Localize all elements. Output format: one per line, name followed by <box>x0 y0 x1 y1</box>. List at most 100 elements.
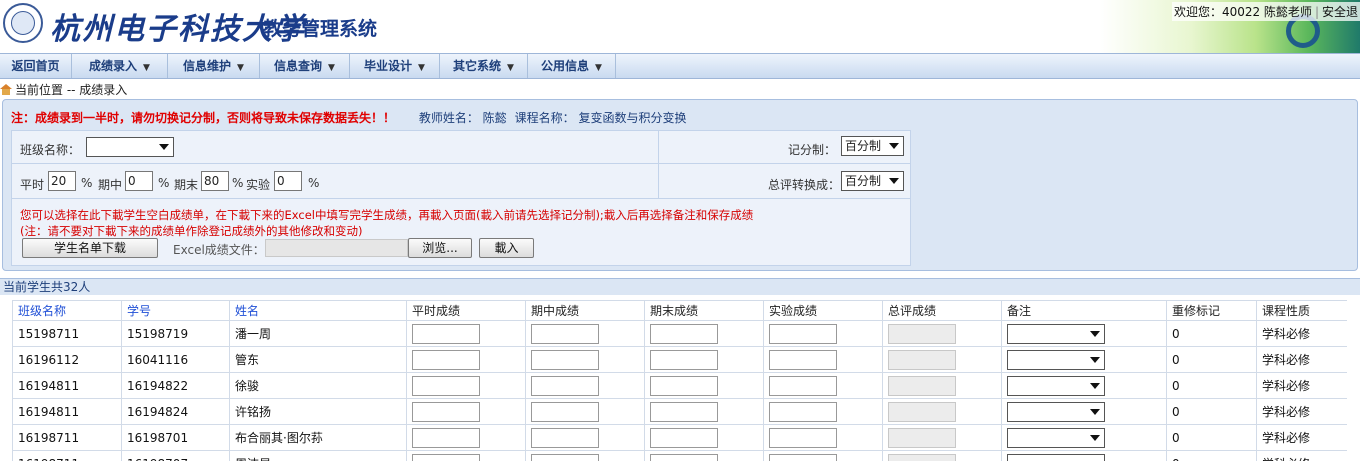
regular-pct-label: 平时 <box>20 178 45 192</box>
cell-nature: 学科必修 <box>1256 398 1347 425</box>
cell-nature: 学科必修 <box>1256 450 1347 461</box>
col-header-regular: 平时成绩 <box>406 300 526 321</box>
lab-score-input[interactable] <box>769 323 837 344</box>
table-row: 16194811 16194822 徐骏 0 学科必修 <box>12 372 1347 399</box>
mid-score-input[interactable] <box>531 453 599 461</box>
mid-score-input[interactable] <box>531 349 599 370</box>
regular-score-input[interactable] <box>412 427 480 448</box>
load-button[interactable]: 載入 <box>479 238 534 258</box>
remark-select[interactable] <box>1007 401 1105 422</box>
cell-class: 16196112 <box>12 346 122 373</box>
form-row-class: 班级名称： 记分制： 百分制 <box>12 131 910 164</box>
remark-select[interactable] <box>1007 427 1105 448</box>
nav-info-maintenance[interactable]: 信息维护 ▼ <box>168 54 260 78</box>
scoring-label: 记分制： <box>788 143 837 157</box>
dropdown-arrow-icon <box>889 143 899 149</box>
welcome-bar: 欢迎您：40022 陈懿老师 | 安全退 <box>1171 2 1360 21</box>
cell-retake: 0 <box>1166 450 1257 461</box>
mid-score-input[interactable] <box>531 427 599 448</box>
cell-retake: 0 <box>1166 372 1257 399</box>
final-score-input[interactable] <box>650 401 718 422</box>
final-pct-input[interactable]: 80 <box>201 171 229 191</box>
regular-score-input[interactable] <box>412 375 480 396</box>
student-count: 当前学生共32人 <box>0 278 1360 295</box>
table-row: 15198711 15198719 潘一周 0 学科必修 <box>12 320 1347 347</box>
cell-id: 16041116 <box>121 346 230 373</box>
final-score-input[interactable] <box>650 427 718 448</box>
mid-score-input[interactable] <box>531 323 599 344</box>
remark-select[interactable] <box>1007 323 1105 344</box>
cell-nature: 学科必修 <box>1256 346 1347 373</box>
dropdown-arrow-icon <box>1090 434 1100 441</box>
welcome-text: 欢迎您：40022 陈懿老师 <box>1173 5 1312 19</box>
final-score-input[interactable] <box>650 349 718 370</box>
cell-name: 许铭扬 <box>229 398 407 425</box>
lab-score-input[interactable] <box>769 453 837 461</box>
chevron-down-icon: ▼ <box>143 63 150 73</box>
lab-score-input[interactable] <box>769 401 837 422</box>
cell-class: 15198711 <box>12 320 122 347</box>
chevron-down-icon: ▼ <box>595 63 602 73</box>
col-header-class[interactable]: 班级名称 <box>12 300 122 321</box>
nav-other-systems[interactable]: 其它系统 ▼ <box>440 54 528 78</box>
breadcrumb: 当前位置 -- 成绩录入 <box>0 82 127 98</box>
mid-score-input[interactable] <box>531 375 599 396</box>
col-header-nature: 课程性质 <box>1256 300 1347 321</box>
regular-score-input[interactable] <box>412 323 480 344</box>
total-score-field <box>888 375 956 396</box>
mid-score-input[interactable] <box>531 401 599 422</box>
cell-name: 徐骏 <box>229 372 407 399</box>
cell-retake: 0 <box>1166 398 1257 425</box>
excel-file-input[interactable] <box>265 239 408 257</box>
remark-select[interactable] <box>1007 375 1105 396</box>
lab-score-input[interactable] <box>769 349 837 370</box>
browse-button[interactable]: 浏览... <box>408 238 472 258</box>
teacher-name: 教师姓名： 陈懿 <box>418 111 507 125</box>
cell-id: 16194822 <box>121 372 230 399</box>
final-pct-label: 期末 <box>174 178 199 192</box>
remark-select[interactable] <box>1007 349 1105 370</box>
total-score-field <box>888 323 956 344</box>
cell-name: 潘一周 <box>229 320 407 347</box>
col-header-id[interactable]: 学号 <box>121 300 230 321</box>
regular-pct-input[interactable]: 20 <box>48 171 76 191</box>
final-score-input[interactable] <box>650 453 718 461</box>
notice-line: 注：成绩录到一半时，请勿切换记分制，否则将导致未保存数据丢失！！ 教师姓名： 陈… <box>11 109 695 126</box>
lab-pct-input[interactable]: 0 <box>274 171 302 191</box>
table-row: 16198711 16198707 周洁晨 0 学科必修 <box>12 450 1347 461</box>
import-hint: 您可以选择在此下載学生空白成绩单，在下載下来的Excel中填写完学生成绩，再載入… <box>20 208 754 222</box>
remark-select[interactable] <box>1007 453 1105 461</box>
total-score-field <box>888 401 956 422</box>
lab-score-input[interactable] <box>769 375 837 396</box>
nav-info-query[interactable]: 信息查询 ▼ <box>260 54 350 78</box>
warning-text: 注：成绩录到一半时，请勿切换记分制，否则将导致未保存数据丢失！！ <box>11 111 396 125</box>
scoring-select[interactable]: 百分制 <box>841 136 904 156</box>
final-score-input[interactable] <box>650 323 718 344</box>
cell-nature: 学科必修 <box>1256 372 1347 399</box>
col-header-final: 期末成绩 <box>644 300 764 321</box>
chevron-down-icon: ▼ <box>507 63 514 73</box>
cell-id: 16194824 <box>121 398 230 425</box>
cell-name: 周洁晨 <box>229 450 407 461</box>
regular-score-input[interactable] <box>412 349 480 370</box>
mid-pct-input[interactable]: 0 <box>125 171 153 191</box>
table-header-row: 班级名称 学号 姓名 平时成绩 期中成绩 期末成绩 实验成绩 总评成绩 备注 重… <box>12 300 1347 321</box>
regular-score-input[interactable] <box>412 401 480 422</box>
nav-public-info[interactable]: 公用信息 ▼ <box>528 54 616 78</box>
dropdown-arrow-icon <box>159 144 169 150</box>
nav-grade-entry[interactable]: 成绩录入 ▼ <box>72 54 168 78</box>
final-score-input[interactable] <box>650 375 718 396</box>
chevron-down-icon: ▼ <box>237 63 244 73</box>
cell-nature: 学科必修 <box>1256 320 1347 347</box>
total-convert-select[interactable]: 百分制 <box>841 171 904 191</box>
mid-pct-label: 期中 <box>98 178 123 192</box>
nav-graduation-design[interactable]: 毕业设计 ▼ <box>350 54 440 78</box>
class-select[interactable] <box>86 137 174 157</box>
logout-link[interactable]: 安全退 <box>1322 5 1358 19</box>
download-roster-button[interactable]: 学生名单下载 <box>22 238 158 258</box>
nav-home[interactable]: 返回首页 <box>0 54 72 78</box>
col-header-name[interactable]: 姓名 <box>229 300 407 321</box>
lab-score-input[interactable] <box>769 427 837 448</box>
regular-score-input[interactable] <box>412 453 480 461</box>
cell-id: 16198701 <box>121 424 230 451</box>
